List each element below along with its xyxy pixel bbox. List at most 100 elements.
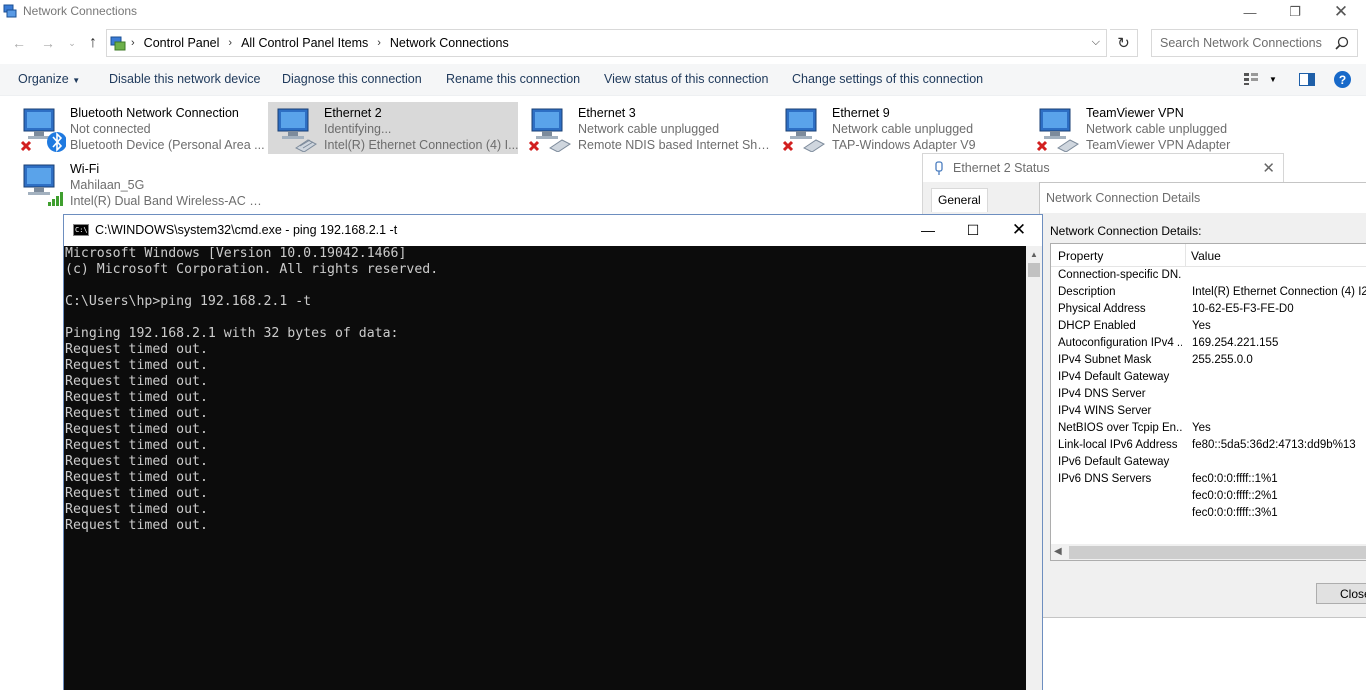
minimize-button[interactable]: — (1227, 0, 1273, 24)
property-row[interactable]: fec0:0:0:ffff::3%1 (1051, 506, 1366, 523)
property-row[interactable]: IPv4 DNS Server (1051, 387, 1366, 404)
property-key: NetBIOS over Tcpip En... (1058, 422, 1182, 434)
connection-name: TeamViewer VPN (1086, 106, 1184, 120)
rename-button[interactable]: Rename this connection (446, 72, 580, 86)
change-settings-button[interactable]: Change settings of this connection (792, 72, 983, 86)
connection-status: Mahilaan_5G (70, 178, 145, 192)
view-status-button[interactable]: View status of this connection (604, 72, 768, 86)
up-arrow-icon[interactable]: ↑ (83, 34, 103, 52)
chevron-right-icon[interactable]: › (228, 37, 232, 49)
property-key: Physical Address (1058, 303, 1146, 315)
console-line: Request timed out. (65, 422, 208, 437)
property-row[interactable]: Autoconfiguration IPv4 ... 169.254.221.15… (1051, 336, 1366, 353)
crumb-network-connections[interactable]: Network Connections (390, 36, 509, 50)
property-key: DHCP Enabled (1058, 320, 1136, 332)
connection-name: Ethernet 2 (324, 106, 382, 120)
connection-ethernet-2[interactable]: Ethernet 2 Identifying... Intel(R) Ether… (268, 102, 519, 154)
preview-pane-icon[interactable] (1299, 73, 1315, 86)
close-button[interactable]: ✕ (996, 215, 1042, 245)
property-row[interactable]: IPv6 DNS Servers fec0:0:0:ffff::1%1 (1051, 472, 1366, 489)
back-arrow-icon[interactable]: ← (9, 34, 29, 52)
property-value: 169.254.221.155 (1192, 337, 1279, 349)
crumb-all-items[interactable]: All Control Panel Items (241, 36, 368, 50)
property-row[interactable]: IPv4 Default Gateway (1051, 370, 1366, 387)
close-button[interactable]: ✕ (1318, 0, 1364, 24)
console-line: Request timed out. (65, 486, 208, 501)
network-adapter-icon (528, 108, 571, 152)
restore-button[interactable]: ❐ (1272, 0, 1318, 24)
scroll-left-icon[interactable]: ◀ (1054, 546, 1062, 557)
command-bar: Organize ▼ Disable this network device D… (0, 64, 1366, 96)
property-key: Link-local IPv6 Address (1058, 439, 1178, 451)
property-row[interactable]: IPv4 WINS Server (1051, 404, 1366, 421)
connection-teamviewer-vpn[interactable]: TeamViewer VPN Network cable unplugged T… (1030, 102, 1280, 154)
search-box[interactable] (1151, 29, 1358, 57)
property-row[interactable]: fec0:0:0:ffff::2%1 (1051, 489, 1366, 506)
diagnose-button[interactable]: Diagnose this connection (282, 72, 422, 86)
connection-status: Network cable unplugged (578, 122, 720, 136)
cmd-titlebar: C:\ C:\WINDOWS\system32\cmd.exe - ping 1… (64, 215, 1042, 245)
property-row[interactable]: DHCP Enabled Yes (1051, 319, 1366, 336)
property-value: Intel(R) Ethernet Connection (4) I219- (1192, 286, 1366, 298)
dialog-title: Network Connection Details (1046, 191, 1201, 205)
property-key: IPv6 DNS Servers (1058, 473, 1152, 485)
column-property[interactable]: Property (1058, 249, 1103, 263)
connection-bluetooth[interactable]: Bluetooth Network Connection Not connect… (14, 102, 265, 154)
console-line: Request timed out. (65, 502, 208, 517)
chevron-down-icon[interactable]: ⌵ (1092, 36, 1100, 49)
property-value: fec0:0:0:ffff::2%1 (1192, 490, 1278, 502)
column-divider[interactable] (1185, 244, 1186, 267)
property-key: IPv6 Default Gateway (1058, 456, 1170, 468)
console-line: Request timed out. (65, 342, 208, 357)
vertical-scrollbar[interactable]: ▲ (1026, 246, 1042, 690)
chevron-right-icon[interactable]: › (377, 37, 381, 49)
console-line: Pinging 192.168.2.1 with 32 bytes of dat… (65, 326, 399, 341)
crumb-control-panel[interactable]: Control Panel (144, 36, 220, 50)
console-line: Request timed out. (65, 470, 208, 485)
network-adapter-icon (1036, 108, 1079, 152)
connection-name: Ethernet 3 (578, 106, 636, 120)
property-row[interactable]: Connection-specific DN... (1051, 268, 1366, 285)
organize-menu[interactable]: Organize ▼ (18, 72, 80, 86)
property-key: IPv4 Subnet Mask (1058, 354, 1152, 366)
close-icon[interactable]: ✕ (1262, 159, 1275, 177)
property-key: IPv4 WINS Server (1058, 405, 1152, 417)
disable-device-button[interactable]: Disable this network device (109, 72, 260, 86)
connection-device: Bluetooth Device (Personal Area ... (70, 138, 265, 152)
details-label: Network Connection Details: (1050, 224, 1202, 238)
network-adapter-icon (20, 108, 66, 152)
connection-ethernet-3[interactable]: Ethernet 3 Network cable unplugged Remot… (522, 102, 773, 154)
scrollbar-thumb[interactable] (1069, 546, 1366, 559)
connection-ethernet-9[interactable]: Ethernet 9 Network cable unplugged TAP-W… (776, 102, 1026, 154)
cmd-title: C:\WINDOWS\system32\cmd.exe - ping 192.1… (95, 223, 398, 237)
scroll-up-icon[interactable]: ▲ (1030, 250, 1038, 259)
connection-name: Ethernet 9 (832, 106, 890, 120)
chevron-right-icon: › (131, 37, 135, 49)
tab-general[interactable]: General (931, 188, 988, 212)
minimize-button[interactable]: — (905, 215, 951, 245)
scrollbar-thumb[interactable] (1028, 263, 1040, 277)
view-options-icon[interactable] (1243, 72, 1259, 86)
property-row[interactable]: Physical Address 10-62-E5-F3-FE-D0 (1051, 302, 1366, 319)
property-row[interactable]: Description Intel(R) Ethernet Connection … (1051, 285, 1366, 302)
column-value[interactable]: Value (1191, 249, 1221, 263)
property-row[interactable]: IPv4 Subnet Mask 255.255.0.0 (1051, 353, 1366, 370)
horizontal-scrollbar[interactable]: ◀ (1051, 544, 1366, 560)
recent-locations-icon[interactable]: ⌄ (62, 34, 82, 52)
property-row[interactable]: Link-local IPv6 Address fe80::5da5:36d2:4… (1051, 438, 1366, 455)
connection-device: Remote NDIS based Internet Shari... (578, 138, 773, 152)
properties-list[interactable]: Property Value Connection-specific DN...… (1050, 243, 1366, 561)
close-button[interactable]: Close (1316, 583, 1366, 604)
property-row[interactable]: NetBIOS over Tcpip En... Yes (1051, 421, 1366, 438)
property-key: Autoconfiguration IPv4 ... (1058, 337, 1182, 349)
property-row[interactable]: IPv6 Default Gateway (1051, 455, 1366, 472)
console-output[interactable]: Microsoft Windows [Version 10.0.19042.14… (64, 246, 1026, 690)
connection-wifi[interactable]: Wi-Fi Mahilaan_5G Intel(R) Dual Band Wir… (14, 158, 265, 210)
search-input[interactable] (1160, 36, 1330, 50)
address-bar[interactable]: › Control Panel › All Control Panel Item… (106, 29, 1107, 57)
refresh-button[interactable]: ↻ (1110, 29, 1138, 57)
maximize-button[interactable]: ☐ (950, 215, 996, 245)
caret-down-icon[interactable]: ▼ (1269, 75, 1277, 84)
help-icon[interactable]: ? (1334, 71, 1351, 88)
forward-arrow-icon[interactable]: → (38, 34, 58, 52)
